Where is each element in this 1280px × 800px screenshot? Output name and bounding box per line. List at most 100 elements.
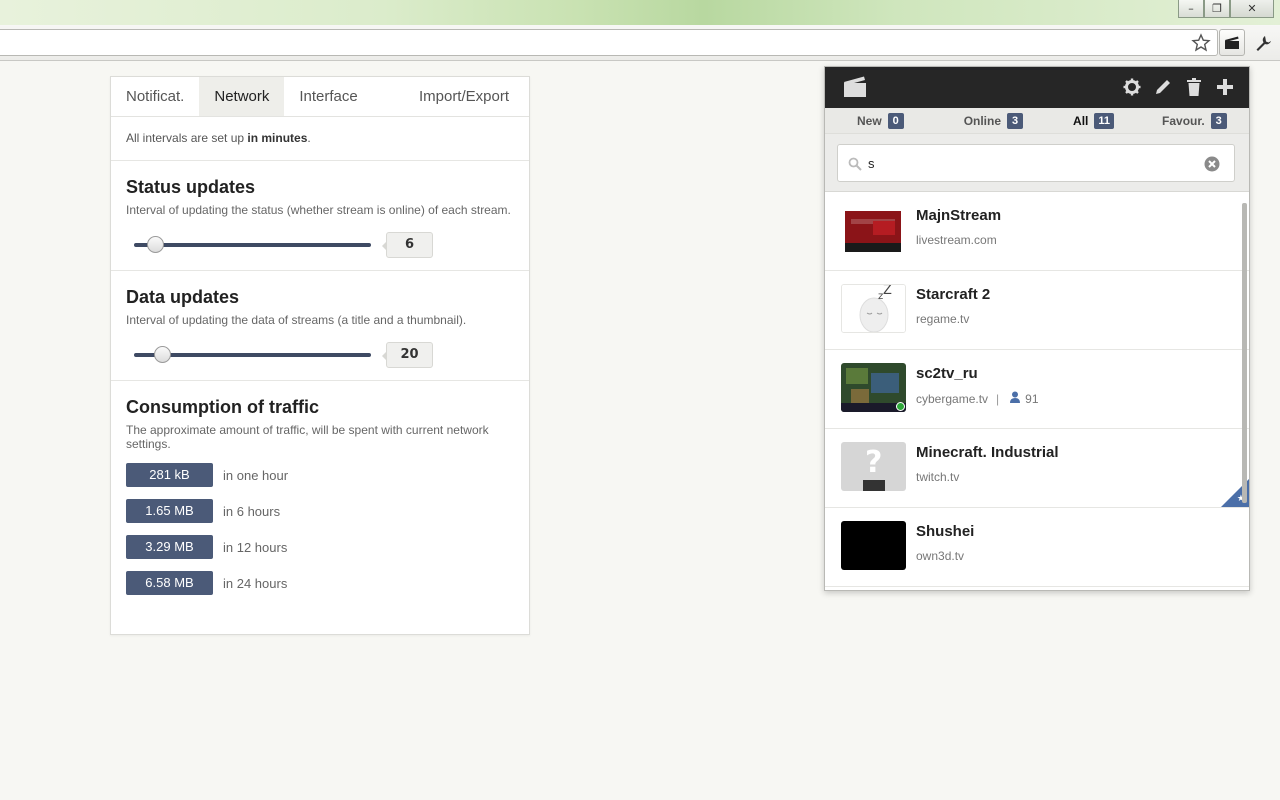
traffic-amount: 6.58 MB [126,571,213,595]
filter-label: All [1073,113,1089,128]
search-input[interactable] [868,155,1198,171]
viewers-count: 91 [1025,391,1039,406]
stream-item[interactable]: Shushei own3d.tv [825,508,1249,587]
clapperboard-logo-icon [842,75,868,103]
minimize-button[interactable]: – [1178,0,1204,18]
stream-filters: New 0 Online 3 All 11 Favour. 3 [825,108,1249,134]
data-updates-desc: Interval of updating the data of streams… [126,313,467,327]
search-area [825,134,1249,192]
filter-count-badge: 11 [1094,112,1115,129]
filter-favourites[interactable]: Favour. 3 [1162,112,1227,129]
stream-title: sc2tv_ru [916,365,978,382]
traffic-amount: 281 kB [126,463,213,487]
options-panel: Notificat. Network Interface Import/Expo… [110,76,530,635]
intervals-note: All intervals are set up in minutes. [111,117,529,161]
extension-clapper-icon[interactable] [1219,29,1245,56]
wrench-icon[interactable] [1254,34,1272,56]
svg-text:?: ? [865,445,882,480]
viewers-icon [1009,391,1021,406]
stream-host: own3d.tv [916,549,965,563]
trash-icon[interactable] [1184,77,1204,97]
traffic-period: in 12 hours [223,539,288,555]
data-slider-thumb[interactable] [154,346,171,363]
stream-item[interactable]: zZ Starcraft 2 regame.tv [825,271,1249,350]
search-icon [848,156,862,175]
traffic-period: in one hour [223,467,289,483]
options-tabs: Notificat. Network Interface Import/Expo… [111,77,529,117]
browser-toolbar [0,25,1280,61]
status-interval-slider[interactable] [134,236,371,253]
popup-header [825,67,1249,108]
filter-online[interactable]: Online 3 [963,112,1024,129]
tab-notifications[interactable]: Notificat. [111,77,199,116]
data-updates-title: Data updates [126,287,240,307]
stream-item[interactable]: ? Minecraft. Industrial twitch.tv ★ [825,429,1249,508]
stream-thumbnail: ? [841,442,906,491]
stream-item[interactable]: sc2tv_ru cybergame.tv | 91 [825,350,1249,429]
filter-label: Favour. [1162,113,1205,128]
stream-host: twitch.tv [916,470,960,484]
stream-host: cybergame.tv [916,391,989,406]
tab-interface[interactable]: Interface [284,77,372,116]
search-box [837,144,1235,182]
stream-item[interactable]: MajnStream livestream.com [825,192,1249,271]
bookmark-star-icon[interactable] [1191,33,1211,57]
maximize-button[interactable]: ❐ [1204,0,1230,18]
window-controls: – ❐ ✕ [1178,0,1274,18]
intro-bold: in minutes [247,131,308,145]
address-bar[interactable] [0,29,1218,56]
traffic-desc: The approximate amount of traffic, will … [126,423,489,451]
stream-thumbnail [841,521,906,570]
window-titlebar: – ❐ ✕ [0,0,1280,25]
stream-thumbnail: zZ [841,284,906,333]
stream-title: Shushei [916,523,975,540]
filter-count-badge: 0 [887,112,904,129]
extension-popup: New 0 Online 3 All 11 Favour. 3 s MajnSt… [824,66,1250,591]
filter-label: Online [963,113,1002,128]
add-plus-icon[interactable] [1215,77,1235,97]
close-button[interactable]: ✕ [1230,0,1274,18]
stream-title: MajnStream [916,207,1002,224]
data-interval-slider[interactable] [134,346,371,363]
popup-scrollbar[interactable] [1242,203,1247,503]
traffic-row: 1.65 MB in 6 hours [126,499,514,523]
traffic-row: 6.58 MB in 24 hours [126,571,514,595]
stream-host: livestream.com [916,233,997,247]
status-slider-thumb[interactable] [147,236,164,253]
filter-count-badge: 3 [1210,112,1227,129]
traffic-row: 3.29 MB in 12 hours [126,535,514,559]
online-indicator [896,402,905,411]
tab-import-export[interactable]: Import/Export [404,77,529,116]
edit-pencil-icon[interactable] [1153,77,1173,97]
clear-search-icon[interactable] [1204,156,1220,176]
status-updates-section: Status updates Interval of updating the … [111,161,529,271]
traffic-period: in 24 hours [223,575,288,591]
intro-text: All intervals are set up [126,131,248,145]
filter-new[interactable]: New 0 [857,112,904,129]
separator: | [996,391,1000,406]
stream-thumbnail [841,205,906,254]
filter-count-badge: 3 [1007,112,1024,129]
stream-title: Starcraft 2 [916,286,991,303]
intro-suffix: . [307,131,311,145]
filter-all[interactable]: All 11 [1073,112,1115,129]
traffic-section: Consumption of traffic The approximate a… [111,381,529,607]
traffic-row: 281 kB in one hour [126,463,514,487]
stream-thumbnail [841,363,906,412]
status-updates-desc: Interval of updating the status (whether… [126,203,511,217]
stream-title: Minecraft. Industrial [916,444,1059,461]
traffic-period: in 6 hours [223,503,281,519]
tab-network[interactable]: Network [199,77,285,116]
traffic-title: Consumption of traffic [126,397,319,417]
traffic-amount: 1.65 MB [126,499,213,523]
traffic-amount: 3.29 MB [126,535,213,559]
settings-gear-icon[interactable] [1122,77,1142,97]
status-updates-title: Status updates [126,177,256,197]
svg-text:Z: Z [883,285,892,298]
data-updates-section: Data updates Interval of updating the da… [111,271,529,381]
status-interval-value: 6 [382,232,433,258]
data-interval-value: 20 [382,342,433,368]
stream-list: MajnStream livestream.com zZ Starcraft 2… [825,192,1249,590]
filter-label: New [857,113,882,128]
stream-host: regame.tv [916,312,970,326]
